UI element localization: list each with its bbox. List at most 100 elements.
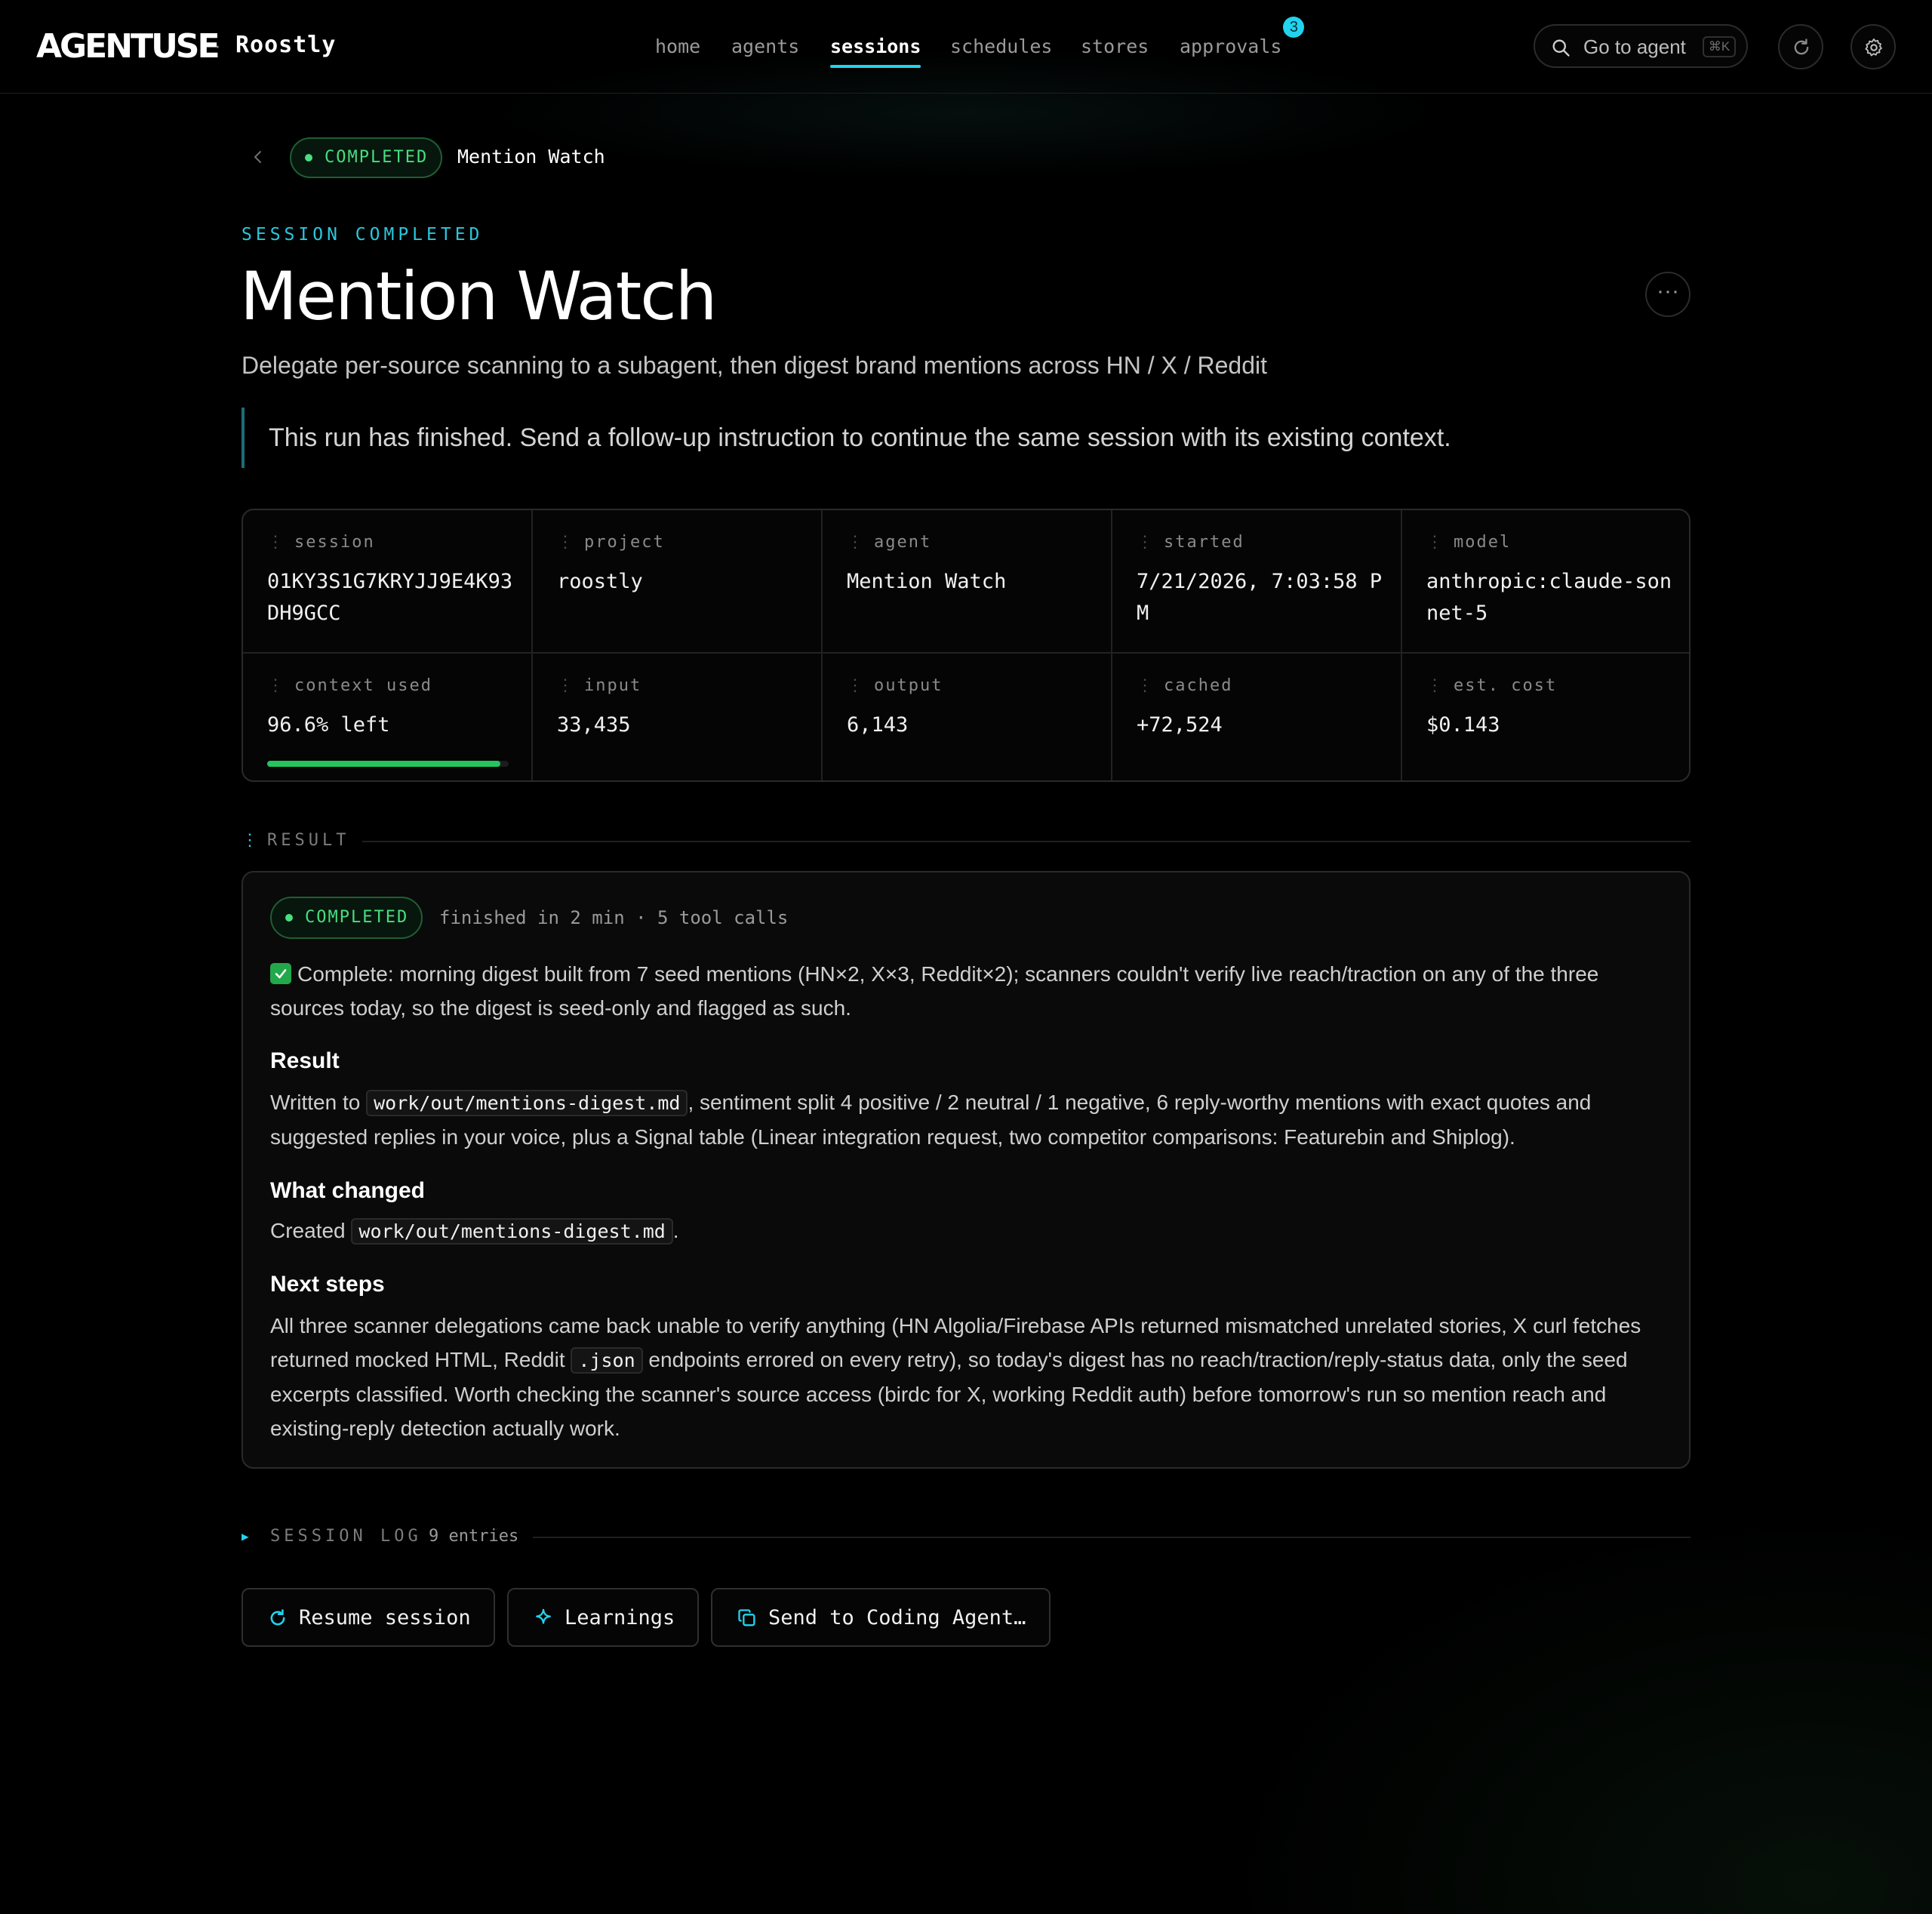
- session-log-toggle[interactable]: ▶ SESSION LOG 9 entries: [242, 1523, 1690, 1550]
- changed-text: .: [672, 1219, 679, 1242]
- result-summary: Complete: morning digest built from 7 se…: [270, 957, 1662, 1025]
- settings-button[interactable]: [1850, 24, 1896, 69]
- stat-context-used: context used 96.6% left: [243, 654, 531, 780]
- context-progress-fill: [267, 761, 501, 767]
- what-changed-paragraph: Created work/out/mentions-digest.md.: [270, 1214, 1662, 1248]
- section-rule: [362, 841, 1690, 842]
- nav-sessions-label: sessions: [830, 35, 921, 57]
- breadcrumb-status-label: COMPLETED: [325, 148, 429, 167]
- stat-label: input: [557, 676, 641, 695]
- session-log-label: SESSION LOG: [270, 1527, 422, 1546]
- stat-model: model anthropic:claude-sonnet-5: [1402, 510, 1689, 652]
- section-rule: [533, 1537, 1690, 1538]
- stat-label: started: [1137, 533, 1244, 552]
- result-card: COMPLETED finished in 2 min · 5 tool cal…: [242, 871, 1690, 1469]
- stat-label: project: [557, 533, 665, 552]
- next-steps-heading: Next steps: [270, 1272, 385, 1297]
- input-tokens-value: 33,435: [557, 713, 631, 737]
- result-meta: finished in 2 min · 5 tool calls: [439, 907, 789, 928]
- stat-label: agent: [847, 533, 931, 552]
- sparkle-icon: [536, 1608, 551, 1624]
- result-status-badge: COMPLETED: [270, 897, 423, 939]
- gear-icon: [1865, 38, 1882, 57]
- status-dot: [285, 914, 293, 922]
- nav-stores[interactable]: stores: [1081, 30, 1149, 63]
- nav-approvals-label: approvals: [1180, 35, 1282, 57]
- back-chevron-icon[interactable]: [249, 148, 267, 166]
- json-endpoint-code: .json: [571, 1347, 643, 1374]
- session-log-count: 9 entries: [429, 1527, 519, 1546]
- more-options-button[interactable]: ···: [1645, 272, 1690, 317]
- stat-label: cached: [1137, 676, 1232, 695]
- nav-home[interactable]: home: [655, 30, 700, 63]
- context-value: 96.6% left: [267, 713, 390, 737]
- cached-tokens-value: +72,524: [1137, 713, 1223, 737]
- stat-session: session 01KY3S1G7KRYJJ9E4K93DH9GCC: [243, 510, 531, 652]
- search-icon: [1552, 39, 1570, 57]
- status-dot: [305, 154, 312, 162]
- model-value: anthropic:claude-sonnet-5: [1426, 570, 1672, 625]
- agent-value[interactable]: Mention Watch: [847, 566, 1096, 598]
- nav-agents[interactable]: agents: [731, 30, 799, 63]
- next-steps-paragraph: All three scanner delegations came back …: [270, 1309, 1662, 1445]
- resume-session-label: Resume session: [299, 1606, 471, 1629]
- project-value: roostly: [557, 570, 643, 593]
- stat-est-cost: est. cost $0.143: [1402, 654, 1689, 780]
- what-changed-heading: What changed: [270, 1178, 426, 1203]
- stat-project: project roostly: [533, 510, 821, 652]
- stat-cached: cached +72,524: [1112, 654, 1401, 780]
- refresh-button[interactable]: [1778, 24, 1823, 69]
- workspace-name[interactable]: Roostly: [235, 30, 336, 60]
- session-stats-grid: session 01KY3S1G7KRYJJ9E4K93DH9GCC proje…: [242, 509, 1690, 782]
- started-value: 7/21/2026, 7:03:58 PM: [1137, 570, 1383, 625]
- breadcrumb-title: Mention Watch: [457, 146, 605, 168]
- page-subtitle: Delegate per-source scanning to a subage…: [242, 352, 1267, 379]
- result-summary-text: Complete: morning digest built from 7 se…: [270, 962, 1599, 1020]
- stat-label: context used: [267, 676, 432, 695]
- learnings-label: Learnings: [565, 1606, 675, 1629]
- check-icon: [270, 963, 291, 984]
- breadcrumb-status-badge: COMPLETED: [290, 137, 442, 178]
- expand-triangle-icon: ▶: [242, 1529, 249, 1543]
- approvals-count-badge: 3: [1283, 17, 1305, 38]
- nav-schedules[interactable]: schedules: [950, 30, 1052, 63]
- result-status-label: COMPLETED: [305, 908, 409, 927]
- result-section-label: RESULT: [267, 831, 350, 850]
- workspace-separator: ·: [214, 34, 221, 57]
- agentuse-logo[interactable]: AGENTUSE: [36, 27, 220, 66]
- send-to-coding-agent-button[interactable]: Send to Coding Agent…: [711, 1588, 1051, 1647]
- stat-started: started 7/21/2026, 7:03:58 PM: [1112, 510, 1401, 652]
- result-text: Written to: [270, 1091, 367, 1114]
- est-cost-value: $0.143: [1426, 713, 1500, 737]
- context-progress-bar: [267, 761, 509, 767]
- active-nav-indicator: [830, 65, 921, 68]
- send-to-coding-agent-label: Send to Coding Agent…: [768, 1606, 1026, 1629]
- output-tokens-value: 6,143: [847, 713, 909, 737]
- refresh-icon: [1794, 38, 1809, 55]
- finished-notice: This run has finished. Send a follow-up …: [242, 408, 1690, 468]
- result-section-header: ⋮ RESULT: [242, 827, 1690, 854]
- nav-sessions[interactable]: sessions: [830, 30, 921, 68]
- stat-agent: agent Mention Watch: [823, 510, 1111, 652]
- go-to-agent-search[interactable]: Go to agent ⌘K: [1534, 24, 1748, 68]
- top-navigation-bar: AGENTUSE · Roostly home agents sessions …: [0, 0, 1932, 94]
- stat-label: est. cost: [1426, 676, 1557, 695]
- result-paragraph: Written to work/out/mentions-digest.md, …: [270, 1085, 1662, 1154]
- stat-label: output: [847, 676, 943, 695]
- shortcut-hint: ⌘K: [1703, 36, 1736, 57]
- learnings-button[interactable]: Learnings: [507, 1588, 699, 1647]
- result-heading: Result: [270, 1048, 340, 1073]
- stat-label: session: [267, 533, 375, 552]
- stat-output: output 6,143: [823, 654, 1111, 780]
- session-id-value[interactable]: 01KY3S1G7KRYJJ9E4K93DH9GCC: [267, 566, 516, 629]
- resume-session-button[interactable]: Resume session: [242, 1588, 495, 1647]
- nav-approvals[interactable]: approvals 3: [1180, 17, 1305, 63]
- output-file-path[interactable]: work/out/mentions-digest.md: [366, 1090, 688, 1116]
- created-file-path[interactable]: work/out/mentions-digest.md: [351, 1218, 673, 1245]
- stat-label: model: [1426, 533, 1511, 552]
- session-status-eyebrow: SESSION COMPLETED: [242, 225, 484, 245]
- copy-icon: [738, 1609, 755, 1626]
- go-to-agent-label: Go to agent: [1583, 35, 1686, 58]
- stat-input: input 33,435: [533, 654, 821, 780]
- resume-icon: [270, 1609, 285, 1626]
